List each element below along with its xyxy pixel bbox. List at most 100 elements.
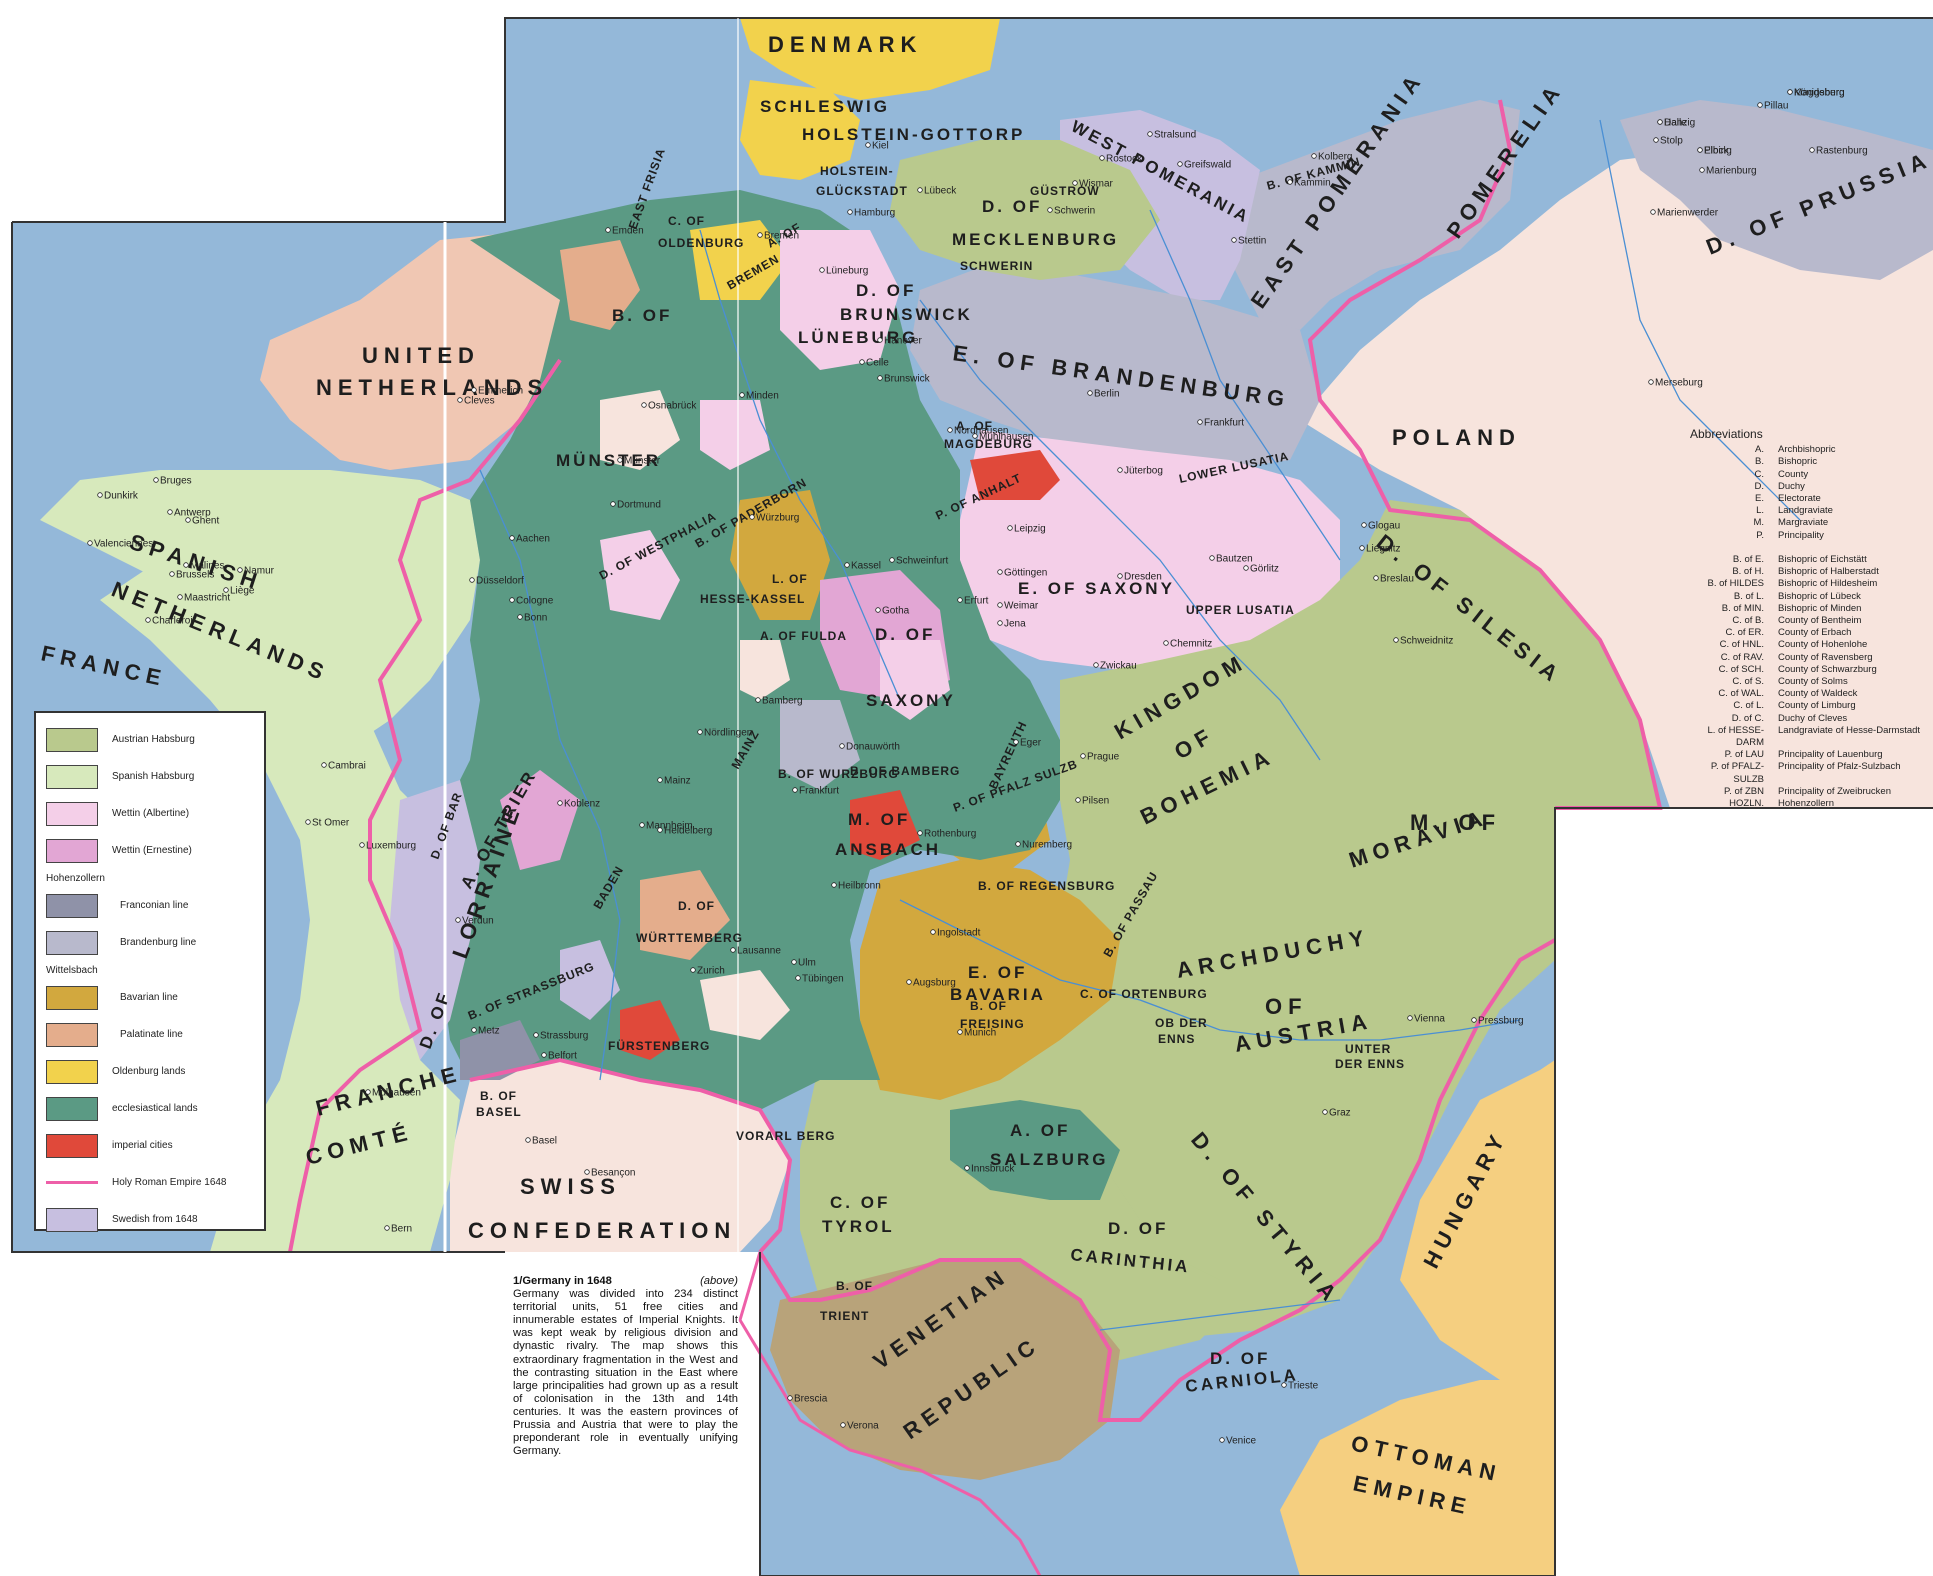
legend-swatch <box>46 1096 98 1121</box>
city-dot <box>1311 153 1317 159</box>
city-label: Wismar <box>1079 179 1114 190</box>
city-dot <box>509 597 515 603</box>
city-dot <box>1231 237 1237 243</box>
city-label: Strassburg <box>540 1031 588 1042</box>
city-label: Leipzig <box>1014 524 1046 535</box>
city-dot <box>859 359 865 365</box>
city-dot <box>840 1422 846 1428</box>
abbreviation-value: Bishopric of Halberstadt <box>1778 566 1879 578</box>
city-dot <box>739 392 745 398</box>
city-dot <box>185 517 191 523</box>
caption-text: Germany was divided into 234 distinct te… <box>513 1288 738 1458</box>
abbreviation-row: P. of PFALZ-SULZB Principality of Pfalz-S… <box>1690 761 1930 785</box>
city-label: Stolp <box>1660 136 1683 147</box>
city-dot <box>947 427 953 433</box>
city-dot <box>469 577 475 583</box>
abbreviation-key <box>1690 542 1778 554</box>
city-label: Rothenburg <box>924 829 976 840</box>
abbreviation-row: B. of MIN. Bishopric of Minden <box>1690 603 1930 615</box>
abbreviation-value: County of Limburg <box>1778 700 1856 712</box>
abbreviation-value: Bishopric of Eichstätt <box>1778 554 1867 566</box>
legend-label: Franconian line <box>120 900 189 911</box>
abbreviation-key: C. of ER. <box>1725 627 1764 639</box>
label-united-1: UNITED <box>362 343 480 368</box>
city-dot <box>471 1027 477 1033</box>
legend-swatch <box>46 727 98 752</box>
label-brunswick-2: BRUNSWICK <box>840 305 973 324</box>
city-label: Jüterbog <box>1124 466 1163 477</box>
legend-swatch <box>46 930 98 955</box>
city-label: Pillau <box>1764 101 1788 112</box>
city-label: Dunkirk <box>104 491 139 502</box>
city-dot <box>1322 1109 1328 1115</box>
abbreviation-key: P. <box>1756 529 1764 541</box>
city-label: Verona <box>847 1421 879 1432</box>
label-schwerin: SCHWERIN <box>960 259 1033 273</box>
city-label: Marienburg <box>1706 166 1757 177</box>
label-carinthia-1: D. OF <box>1108 1219 1168 1238</box>
abbreviation-value: County of Hohenlohe <box>1778 639 1868 651</box>
city-label: Magdeburg <box>1794 88 1845 99</box>
label-schleswig: SCHLESWIG <box>760 97 890 116</box>
city-label: Bremen <box>764 231 799 242</box>
legend-item: Wettin (Albertine) <box>46 795 254 832</box>
legend-item: Brandenburg line <box>46 924 254 961</box>
abbreviation-value: County of Schwarzburg <box>1778 663 1877 675</box>
label-furstenberg: FÜRSTENBERG <box>608 1038 710 1053</box>
city-label: Liegnitz <box>1366 544 1400 555</box>
abbreviation-value: Principality of Zweibrucken <box>1778 785 1891 797</box>
label-holstein-gluck-2: GLÜCKSTADT <box>816 183 908 198</box>
city-dot <box>875 607 881 613</box>
city-label: Tübingen <box>802 974 844 985</box>
city-dot <box>865 142 871 148</box>
abbreviation-value: Hohenzollern <box>1778 798 1834 810</box>
city-label: Gotha <box>882 606 910 617</box>
label-hesse-kassel-1: L. OF <box>772 572 808 586</box>
abbreviation-row: C. of WAL. County of Waldeck <box>1690 688 1930 700</box>
abbreviation-key: M. <box>1753 517 1764 529</box>
city-dot <box>1015 841 1021 847</box>
label-unter-der-enns-2: DER ENNS <box>1335 1057 1405 1071</box>
legend-label: Oldenburg lands <box>112 1066 186 1077</box>
city-dot <box>792 787 798 793</box>
city-dot <box>749 514 755 520</box>
city-label: Mainz <box>664 776 691 787</box>
label-trient-1: B. OF <box>836 1279 873 1293</box>
city-dot <box>997 569 1003 575</box>
abbreviation-key: C. of RAV. <box>1720 651 1764 663</box>
city-label: Greifswald <box>1184 160 1231 171</box>
city-label: Metz <box>478 1026 500 1037</box>
legend-swatch <box>46 1207 98 1232</box>
city-label: Cleves <box>464 396 495 407</box>
city-dot <box>177 594 183 600</box>
city-dot <box>1787 89 1793 95</box>
abbreviation-row: C. of B. County of Bentheim <box>1690 615 1930 627</box>
abbreviations-panel: Abbreviations A. Archbishopric B. Bishopric… <box>1690 428 1930 810</box>
city-label: Dresden <box>1124 572 1162 583</box>
abbreviation-key: C. <box>1754 468 1765 480</box>
city-label: Koblenz <box>564 799 600 810</box>
abbreviation-key: D. <box>1754 480 1765 492</box>
city-dot <box>1117 573 1123 579</box>
legend-swatch <box>46 838 98 863</box>
city-dot <box>237 567 243 573</box>
city-label: Namur <box>244 566 275 577</box>
abbreviation-key: B. of E. <box>1732 554 1764 566</box>
label-holstein-gottorp: HOLSTEIN-GOTTORP <box>802 125 1025 144</box>
city-dot <box>97 492 103 498</box>
abbreviation-key: A. <box>1755 444 1764 456</box>
city-dot <box>1072 180 1078 186</box>
city-label: Trieste <box>1288 1381 1319 1392</box>
label-freising-1: B. OF <box>970 999 1007 1013</box>
city-label: Graz <box>1329 1108 1351 1119</box>
label-oldenburg-2: OLDENBURG <box>658 236 744 250</box>
city-dot <box>690 967 696 973</box>
city-label: Osnabrück <box>648 401 697 412</box>
city-label: Luxemburg <box>366 841 416 852</box>
abbreviation-row: C. of S. County of Solms <box>1690 676 1930 688</box>
city-label: Pilsen <box>1082 796 1109 807</box>
label-carniola-1: D. OF <box>1210 1349 1270 1368</box>
city-label: Besançon <box>591 1168 635 1179</box>
city-label: Bautzen <box>1216 554 1253 565</box>
label-ortenburg: C. OF ORTENBURG <box>1080 987 1208 1001</box>
